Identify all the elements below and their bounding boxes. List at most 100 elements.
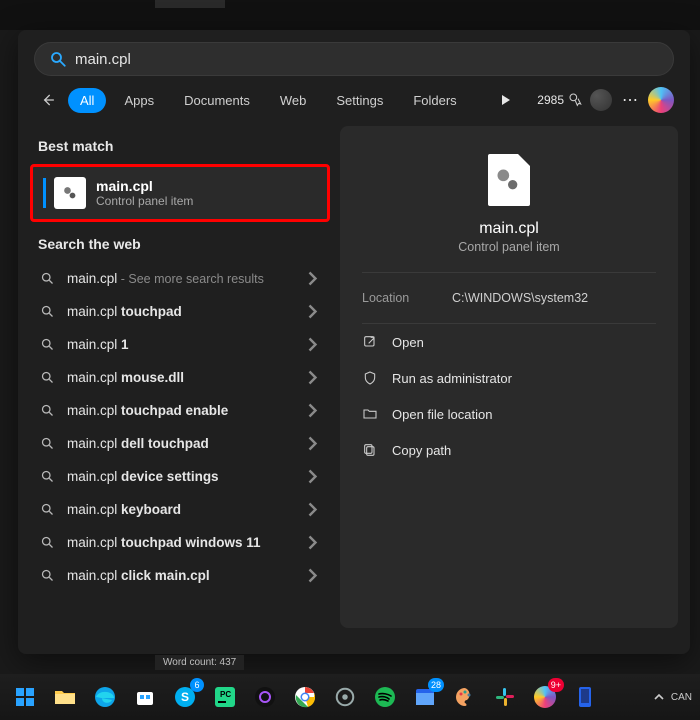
- taskbar-settings[interactable]: [328, 680, 362, 714]
- play-icon: [501, 95, 511, 105]
- web-result-text: main.cpl dell touchpad: [67, 436, 293, 451]
- action-copy-path[interactable]: Copy path: [362, 432, 656, 468]
- search-icon: [49, 50, 67, 68]
- taskbar-start-button[interactable]: [8, 680, 42, 714]
- user-avatar[interactable]: [590, 89, 612, 111]
- web-result[interactable]: main.cpl keyboard: [30, 493, 330, 526]
- search-input[interactable]: [75, 51, 659, 68]
- filter-tab-overflow[interactable]: P: [475, 88, 487, 113]
- taskbar-paint[interactable]: [448, 680, 482, 714]
- badge-count: 28: [428, 678, 444, 692]
- chevron-right-icon: [305, 271, 320, 286]
- chevron-right-icon: [305, 436, 320, 451]
- web-result-text: main.cpl - See more search results: [67, 271, 293, 286]
- taskbar-copilot[interactable]: 9+: [528, 680, 562, 714]
- slack-icon: [495, 687, 515, 707]
- taskbar-pycharm[interactable]: PC: [208, 680, 242, 714]
- search-web-heading: Search the web: [30, 224, 330, 262]
- search-box[interactable]: [34, 42, 674, 76]
- phone-icon: [576, 686, 594, 708]
- scroll-tabs-right-button[interactable]: [495, 89, 517, 111]
- cpl-file-icon: [54, 177, 86, 209]
- web-result-text: main.cpl keyboard: [67, 502, 293, 517]
- web-result[interactable]: main.cpl touchpad: [30, 295, 330, 328]
- taskbar-slack[interactable]: [488, 680, 522, 714]
- best-match-result[interactable]: main.cpl Control panel item: [30, 164, 330, 222]
- web-result[interactable]: main.cpl dell touchpad: [30, 427, 330, 460]
- search-icon: [40, 403, 55, 418]
- search-icon: [40, 469, 55, 484]
- web-result-text: main.cpl touchpad enable: [67, 403, 293, 418]
- action-open-location[interactable]: Open file location: [362, 396, 656, 432]
- web-result[interactable]: main.cpl device settings: [30, 460, 330, 493]
- search-icon: [40, 304, 55, 319]
- start-search-panel: All Apps Documents Web Settings Folders …: [18, 30, 690, 654]
- shield-icon: [362, 370, 378, 386]
- action-run-as-admin[interactable]: Run as administrator: [362, 360, 656, 396]
- search-icon: [40, 337, 55, 352]
- taskbar-explorer[interactable]: [48, 680, 82, 714]
- filter-tab-folders[interactable]: Folders: [401, 88, 468, 113]
- taskbar-store[interactable]: [128, 680, 162, 714]
- web-result[interactable]: main.cpl click main.cpl: [30, 559, 330, 592]
- gear-icon: [334, 686, 356, 708]
- web-result[interactable]: main.cpl touchpad enable: [30, 394, 330, 427]
- search-icon: [40, 535, 55, 550]
- chevron-right-icon: [305, 337, 320, 352]
- web-result[interactable]: main.cpl touchpad windows 11: [30, 526, 330, 559]
- chevron-right-icon: [305, 370, 320, 385]
- search-icon: [40, 370, 55, 385]
- chevron-right-icon: [305, 502, 320, 517]
- taskbar-skype[interactable]: S6: [168, 680, 202, 714]
- back-button[interactable]: [34, 86, 62, 114]
- filter-tab-web[interactable]: Web: [268, 88, 319, 113]
- tray-language[interactable]: CAN: [671, 692, 692, 703]
- taskbar-obs[interactable]: [248, 680, 282, 714]
- taskbar-chrome[interactable]: [288, 680, 322, 714]
- system-tray[interactable]: CAN: [653, 691, 692, 703]
- cpl-large-icon: [488, 154, 530, 206]
- filter-tab-all[interactable]: All: [68, 88, 106, 113]
- chrome-icon: [294, 686, 316, 708]
- paint-icon: [454, 686, 476, 708]
- web-result[interactable]: main.cpl 1: [30, 328, 330, 361]
- taskbar-edge[interactable]: [88, 680, 122, 714]
- taskbar-phone-link[interactable]: [568, 680, 602, 714]
- chevron-right-icon: [305, 403, 320, 418]
- taskbar-spotify[interactable]: [368, 680, 402, 714]
- spotify-icon: [374, 686, 396, 708]
- best-match-title: main.cpl: [96, 178, 193, 194]
- taskbar: S6 PC 28 9+ CAN: [0, 674, 700, 720]
- background-window-strip: [0, 0, 700, 30]
- web-result-text: main.cpl device settings: [67, 469, 293, 484]
- best-match-subtitle: Control panel item: [96, 194, 193, 208]
- best-match-heading: Best match: [30, 126, 330, 164]
- web-results-list: main.cpl - See more search results main.…: [30, 262, 330, 592]
- web-result-text: main.cpl touchpad: [67, 304, 293, 319]
- preview-actions: Open Run as administrator Open file loca…: [362, 324, 656, 468]
- edge-icon: [94, 686, 116, 708]
- taskbar-calendar[interactable]: 28: [408, 680, 442, 714]
- web-result[interactable]: main.cpl - See more search results: [30, 262, 330, 295]
- web-result[interactable]: main.cpl mouse.dll: [30, 361, 330, 394]
- preview-location-value: C:\WINDOWS\system32: [452, 291, 588, 305]
- action-open[interactable]: Open: [362, 324, 656, 360]
- web-result-text: main.cpl mouse.dll: [67, 370, 293, 385]
- filter-tab-apps[interactable]: Apps: [112, 88, 166, 113]
- filter-tab-documents[interactable]: Documents: [172, 88, 262, 113]
- filter-tab-settings[interactable]: Settings: [324, 88, 395, 113]
- rewards-icon: [568, 92, 584, 108]
- copy-icon: [362, 442, 378, 458]
- search-icon: [40, 271, 55, 286]
- more-options-button[interactable]: ⋯: [618, 90, 642, 110]
- chevron-up-icon: [653, 691, 665, 703]
- background-statusbar-wordcount: Word count: 437: [155, 655, 244, 670]
- chevron-right-icon: [305, 469, 320, 484]
- chevron-right-icon: [305, 304, 320, 319]
- preview-location-row: Location C:\WINDOWS\system32: [362, 273, 656, 324]
- windows-icon: [15, 687, 35, 707]
- rewards-points[interactable]: 2985: [537, 92, 584, 108]
- copilot-button[interactable]: [648, 87, 674, 113]
- web-result-text: main.cpl touchpad windows 11: [67, 535, 293, 550]
- chevron-right-icon: [305, 535, 320, 550]
